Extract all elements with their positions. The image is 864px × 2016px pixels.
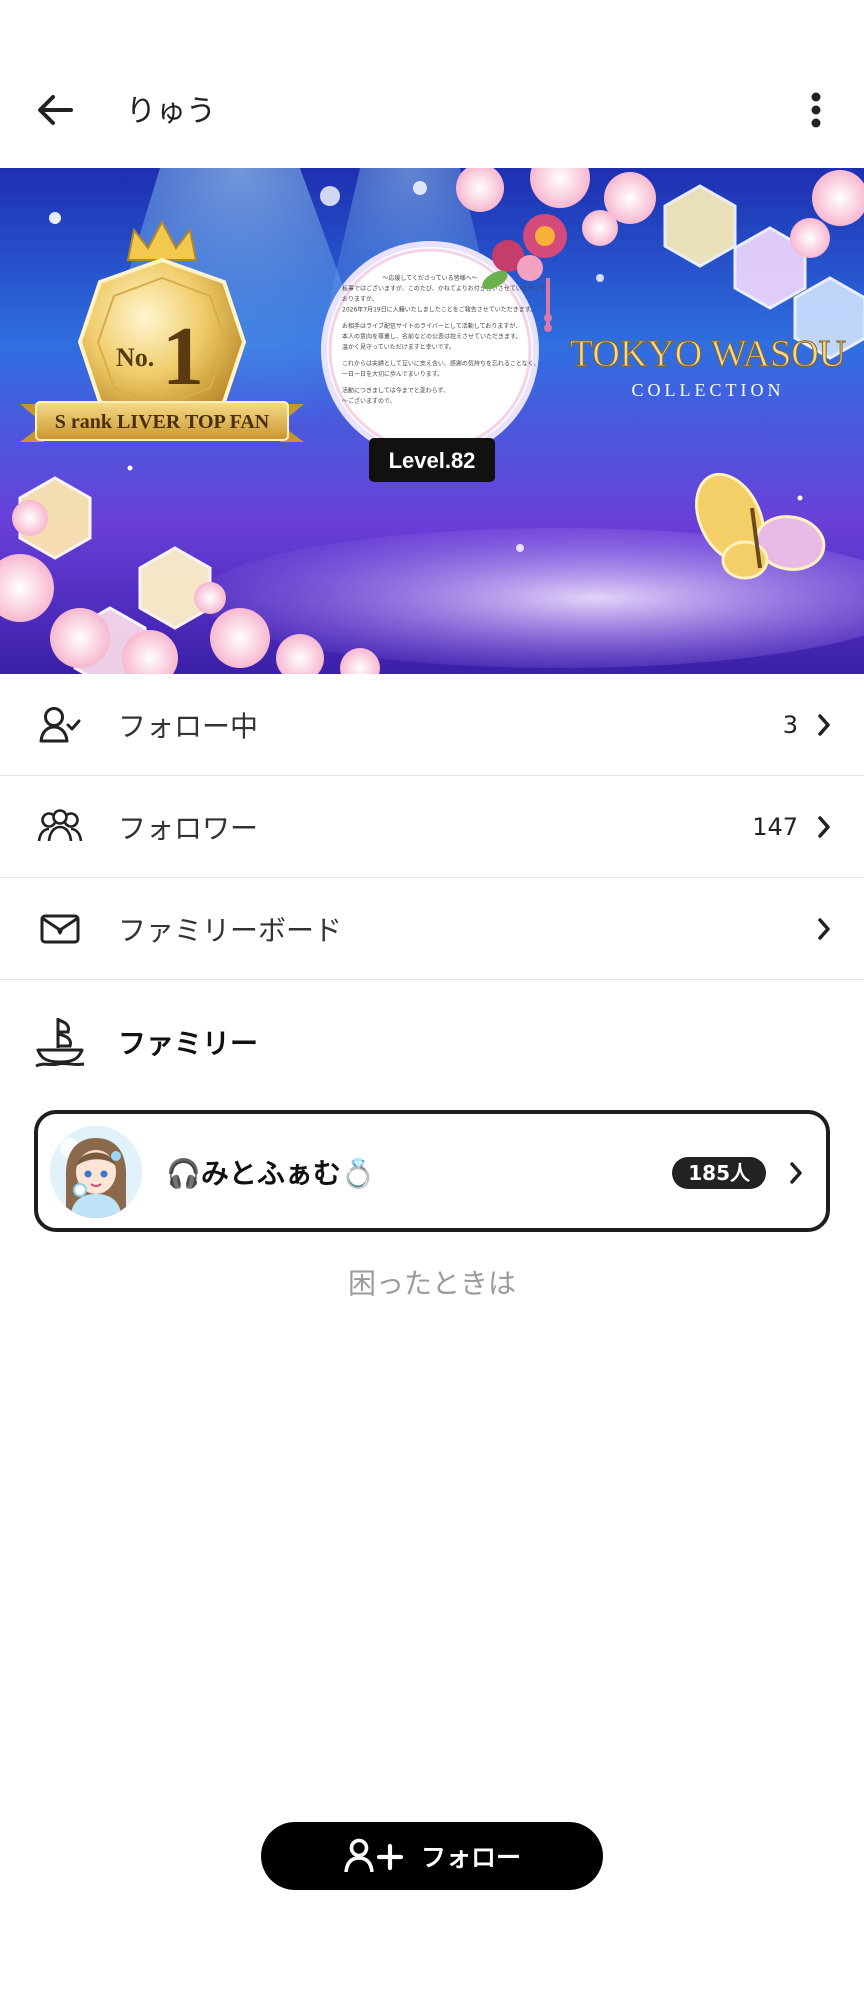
letter-line: 〜ございますので、 [342, 397, 396, 405]
help-link[interactable]: 困ったときは [0, 1262, 864, 1302]
more-options-button[interactable] [796, 88, 836, 132]
family-section-title: ファミリー [118, 1027, 259, 1060]
letter-line: 一日一日を大切に歩んでまいります。 [342, 370, 443, 378]
followers-count: 147 [752, 812, 798, 841]
family-avatar [50, 1126, 142, 1218]
ribbon-text: S rank LIVER TOP FAN [55, 411, 270, 433]
rank-prefix: No. [116, 343, 154, 372]
following-label: フォロー中 [118, 709, 259, 743]
rank-number: 1 [162, 310, 204, 403]
letter-line: おりますが、 [342, 295, 378, 303]
family-board-row[interactable]: ファミリーボード [0, 878, 864, 980]
person-check-icon [39, 706, 81, 742]
family-card[interactable]: 🎧みとふぁむ💍 185人 [34, 1110, 830, 1232]
letter-line: 私事ではございますが、このたび、かねてよりお付き合いさせていただいて [342, 285, 546, 293]
page-title: りゅう [126, 94, 216, 129]
chevron-right-icon [818, 815, 830, 838]
family-name: 🎧みとふぁむ💍 [166, 1157, 376, 1190]
following-count: 3 [782, 710, 798, 739]
add-person-icon [344, 1838, 404, 1873]
following-row[interactable]: フォロー中 3 [0, 674, 864, 776]
profile-banner: 〜応援してくださっている皆様へ〜私事ではございますが、このたび、かねてよりお付き… [0, 168, 864, 674]
family-section-header: ファミリー [0, 996, 864, 1086]
arrow-left-icon [38, 95, 73, 125]
level-badge-label: Level.82 [389, 448, 476, 473]
collection-subtitle: COLLECTION [632, 380, 785, 400]
letter-line: 2026年7月19日に入籍いたしましたことをご報告させていただきます。 [342, 306, 536, 314]
family-board-label: ファミリーボード [118, 913, 343, 947]
heart-envelope-icon [40, 914, 80, 943]
top-app-bar: りゅう [0, 70, 864, 150]
chevron-right-icon [818, 713, 830, 736]
collection-title: TOKYO WASOU [570, 333, 846, 375]
letter-line: 〜応援してくださっている皆様へ〜 [382, 274, 477, 282]
back-button[interactable] [30, 88, 80, 132]
people-group-icon [37, 808, 83, 841]
more-vert-icon [811, 92, 821, 128]
letter-line: お相手はライブ配信サイトのライバーとして活動しておりますが、 [342, 322, 521, 330]
follow-button[interactable]: フォロー [261, 1822, 603, 1890]
followers-label: フォロワー [118, 811, 259, 845]
chevron-right-icon [818, 917, 830, 940]
letter-line: これからは夫婦として互いに支え合い、感謝の気持ちを忘れることなく、 [342, 360, 540, 368]
follow-button-label: フォロー [420, 1843, 521, 1872]
member-count-badge: 185人 [672, 1157, 766, 1189]
letter-line: 本人の意向を尊重し、名前などの公表は控えさせていただきます。 [342, 333, 521, 341]
followers-row[interactable]: フォロワー 147 [0, 776, 864, 878]
letter-line: 温かく見守っていただけますと幸いです。 [342, 343, 455, 351]
letter-line: 活動につきましては今までと変わらず、 [342, 387, 449, 395]
chevron-right-icon [790, 1162, 802, 1184]
ship-icon [35, 1018, 85, 1068]
